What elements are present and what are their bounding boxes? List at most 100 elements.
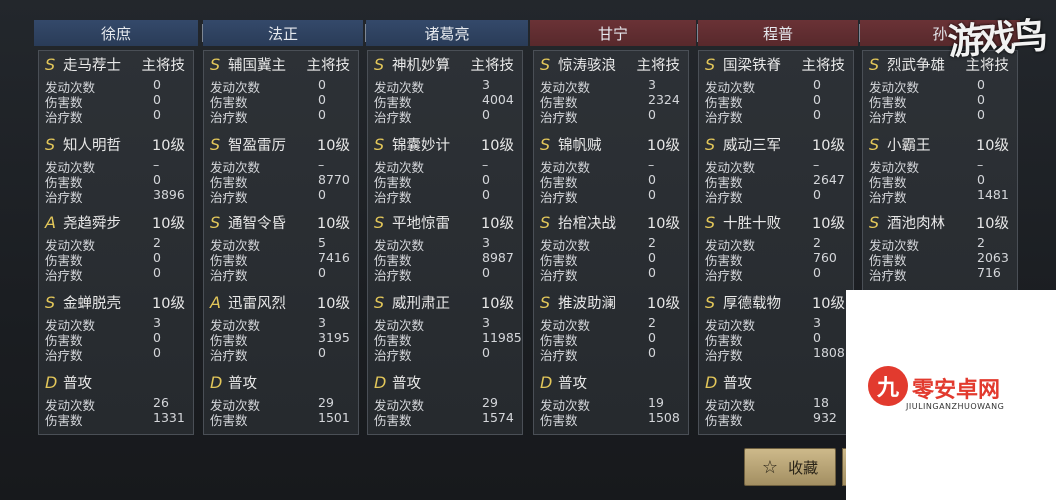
stat-row: 治疗数 0 [540, 345, 682, 363]
stat-value: 0 [813, 187, 821, 202]
stat-value: 3 [153, 315, 161, 330]
skill-block: S 推波助澜 10级 发动次数 2 伤害数 0 治疗数 0 [534, 291, 688, 369]
stat-row: 伤害数 2063 [869, 250, 1011, 268]
stat-value: 0 [482, 187, 490, 202]
skill-header[interactable]: A 尧趋舜步 10级 [45, 211, 189, 233]
stat-value: 8770 [318, 172, 350, 187]
skill-level: 10级 [152, 137, 185, 154]
stat-label: 治疗数 [210, 190, 248, 205]
skill-header[interactable]: S 惊涛骇浪 主将技 [540, 53, 684, 75]
stat-label: 伤害数 [540, 413, 578, 428]
stat-value: 0 [977, 107, 985, 122]
stat-row: 治疗数 3896 [45, 187, 187, 205]
hero-header-1[interactable]: 徐庶 [34, 20, 198, 46]
hero-header-5[interactable]: 程普 [698, 20, 858, 46]
stat-row: 伤害数 0 [374, 172, 516, 190]
skill-header[interactable]: D 普攻 [374, 371, 518, 393]
favorite-button[interactable]: ☆ 收藏 [744, 448, 836, 486]
skill-grade: D [45, 372, 58, 392]
stat-value: 0 [318, 107, 326, 122]
hero-header-4[interactable]: 甘宁 [530, 20, 696, 46]
skill-block: S 小霸王 10级 发动次数 – 伤害数 0 治疗数 1481 [863, 133, 1017, 211]
stat-value: 4004 [482, 92, 514, 107]
stat-row: 伤害数 0 [540, 172, 682, 190]
skill-header[interactable]: S 威刑肃正 10级 [374, 291, 518, 313]
skill-level: 10级 [976, 137, 1009, 154]
stat-row: 伤害数 2324 [540, 92, 682, 110]
skill-header[interactable]: S 智盈雷厉 10级 [210, 133, 354, 155]
skill-block: S 平地惊雷 10级 发动次数 3 伤害数 8987 治疗数 0 [368, 211, 522, 289]
skill-block: S 厚德载物 10级 发动次数 3 伤害数 0 治疗数 1808 [699, 291, 853, 369]
skill-header[interactable]: S 厚德载物 10级 [705, 291, 849, 313]
stat-value: 2063 [977, 250, 1009, 265]
skill-block: S 国梁铁脊 主将技 发动次数 0 伤害数 0 治疗数 0 [699, 53, 853, 131]
stat-value: 18 [813, 395, 829, 410]
skill-header[interactable]: S 国梁铁脊 主将技 [705, 53, 849, 75]
skill-level: 10级 [317, 215, 350, 232]
skill-block: D 普攻 发动次数 18 伤害数 932 [699, 371, 853, 449]
skill-header[interactable]: S 锦囊妙计 10级 [374, 133, 518, 155]
stat-label: 治疗数 [540, 110, 578, 125]
skill-header[interactable]: A 迅雷风烈 10级 [210, 291, 354, 313]
skill-header[interactable]: S 十胜十败 10级 [705, 211, 849, 233]
skill-header[interactable]: S 威动三军 10级 [705, 133, 849, 155]
skill-name: 锦囊妙计 [392, 137, 450, 154]
hero-stats-column: S 国梁铁脊 主将技 发动次数 0 伤害数 0 治疗数 0 S 威动三军 10级 发动次数 – 伤害数 264… [698, 50, 854, 435]
hero-stats-column: S 神机妙算 主将技 发动次数 3 伤害数 4004 治疗数 0 S 锦囊妙计 10级 发动次数 – 伤害数… [367, 50, 523, 435]
skill-header[interactable]: S 辅国冀主 主将技 [210, 53, 354, 75]
skill-block: D 普攻发动次数 29 伤害数 1501 [204, 371, 358, 449]
stat-value: 5 [318, 235, 326, 250]
brand-logo-icon: 九 [868, 366, 908, 406]
stat-value: 0 [977, 92, 985, 107]
stat-value: 0 [153, 345, 161, 360]
stat-label: 治疗数 [45, 110, 83, 125]
stat-value: 760 [813, 250, 837, 265]
skill-header[interactable]: D 普攻 [705, 371, 849, 393]
skill-grade: S [705, 134, 716, 154]
stat-row: 发动次数 29 [210, 395, 352, 413]
skill-name: 烈武争雄 [887, 57, 945, 74]
skill-header[interactable]: S 知人明哲 10级 [45, 133, 189, 155]
skill-header[interactable]: S 小霸王 10级 [869, 133, 1013, 155]
stat-row: 发动次数 3 [705, 315, 847, 333]
stat-label: 治疗数 [540, 190, 578, 205]
stat-value: 1508 [648, 410, 680, 425]
skill-header[interactable]: S 抬棺决战 10级 [540, 211, 684, 233]
stat-label: 治疗数 [540, 348, 578, 363]
stat-value: 0 [813, 330, 821, 345]
skill-level: 10级 [152, 215, 185, 232]
stat-row: 发动次数 3 [374, 77, 516, 95]
stat-value: 1331 [153, 410, 185, 425]
skill-header[interactable]: D 普攻 [45, 371, 189, 393]
skill-header[interactable]: S 平地惊雷 10级 [374, 211, 518, 233]
stat-row: 发动次数 0 [705, 77, 847, 95]
stat-value: 0 [977, 172, 985, 187]
stat-row: 伤害数 8987 [374, 250, 516, 268]
skill-header[interactable]: S 通智令昏 10级 [210, 211, 354, 233]
stat-row: 伤害数 1501 [210, 410, 352, 428]
skill-name: 辅国冀主 [228, 57, 286, 74]
stat-label: 治疗数 [45, 348, 83, 363]
skill-header[interactable]: D 普攻 [210, 371, 354, 393]
skill-grade: S [869, 54, 880, 74]
stat-value: 3 [482, 235, 490, 250]
skill-header[interactable]: S 推波助澜 10级 [540, 291, 684, 313]
stat-value: – [318, 157, 325, 172]
skill-level: 10级 [647, 295, 680, 312]
stat-row: 发动次数 5 [210, 235, 352, 253]
skill-header[interactable]: S 走马荐士 主将技 [45, 53, 189, 75]
stat-label: 治疗数 [705, 190, 743, 205]
skill-header[interactable]: S 酒池肉林 10级 [869, 211, 1013, 233]
skill-header[interactable]: S 锦帆贼 10级 [540, 133, 684, 155]
stat-row: 发动次数 0 [869, 77, 1011, 95]
stat-value: 2324 [648, 92, 680, 107]
stat-label: 治疗数 [210, 110, 248, 125]
skill-header[interactable]: D 普攻 [540, 371, 684, 393]
hero-header-2[interactable]: 法正 [203, 20, 363, 46]
skill-header[interactable]: S 金蝉脱壳 10级 [45, 291, 189, 313]
stat-value: 0 [153, 77, 161, 92]
skill-block: D 普攻 发动次数 29 伤害数 1574 [368, 371, 522, 449]
stat-value: 0 [318, 187, 326, 202]
hero-header-3[interactable]: 诸葛亮 [366, 20, 528, 46]
skill-header[interactable]: S 神机妙算 主将技 [374, 53, 518, 75]
